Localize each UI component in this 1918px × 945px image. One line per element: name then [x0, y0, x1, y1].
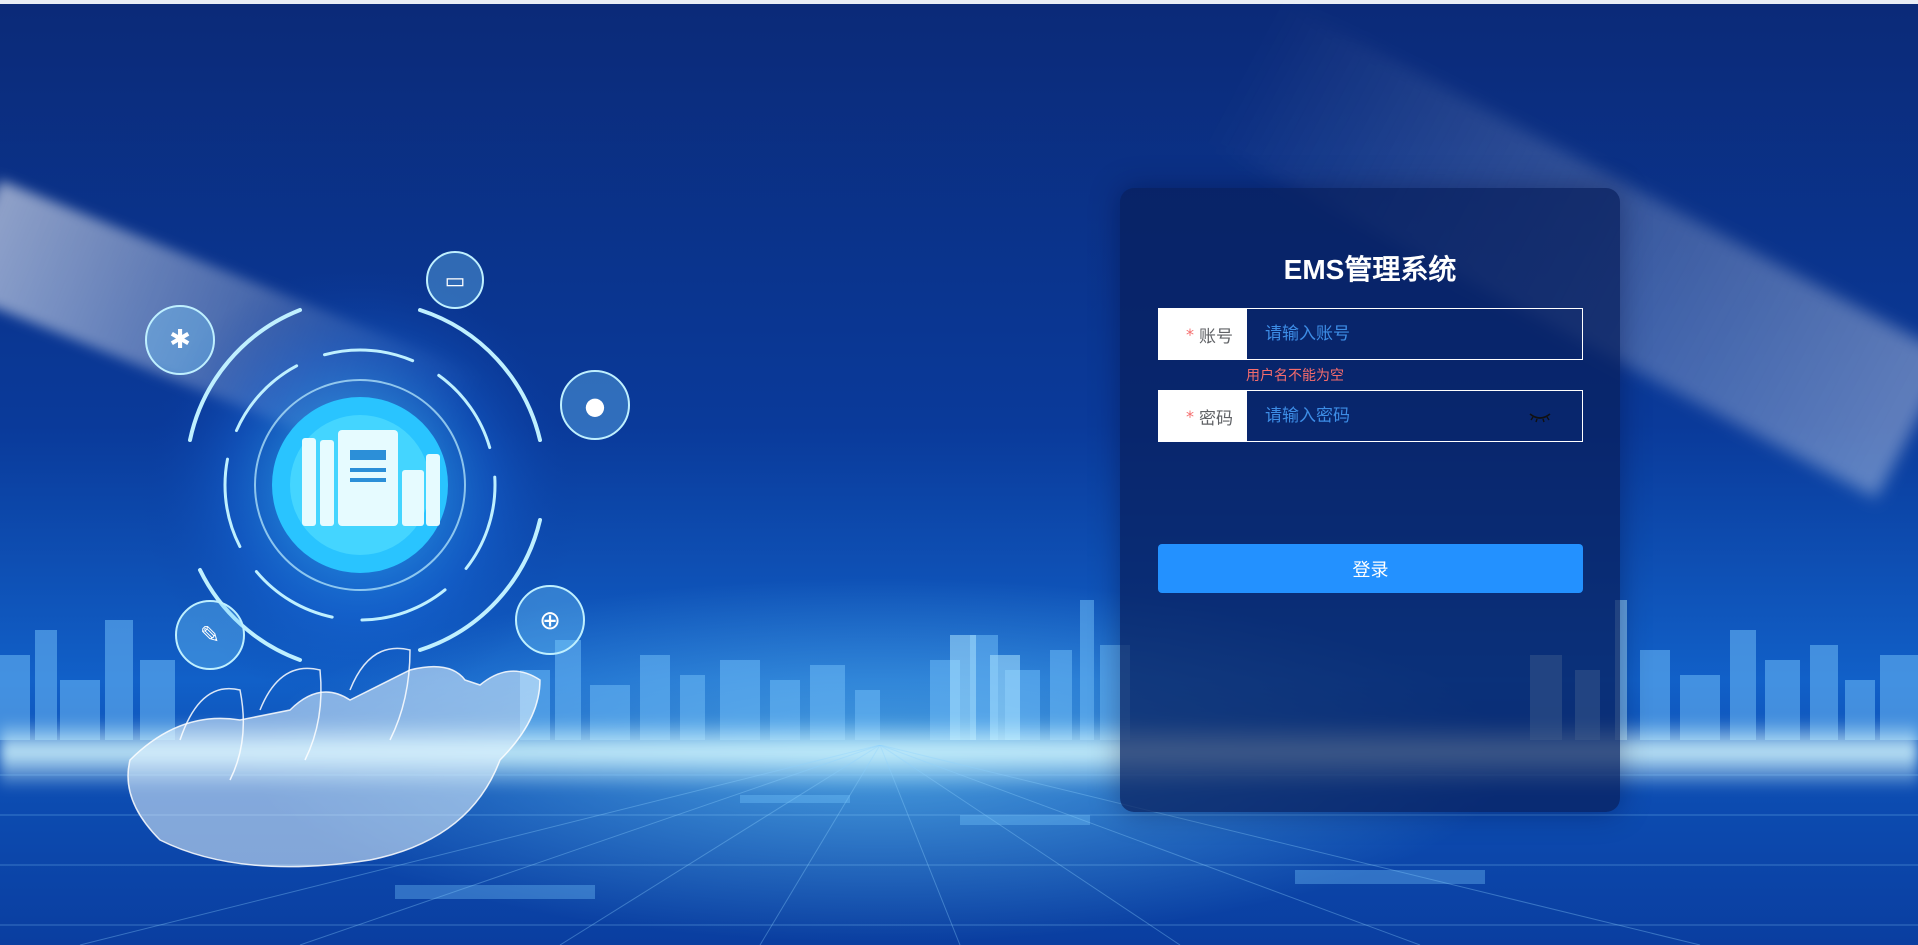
username-error-message: 用户名不能为空	[1246, 368, 1344, 384]
app-title: EMS管理系统	[1283, 254, 1457, 285]
password-label: * 密码	[1159, 391, 1247, 441]
username-field: * 账号	[1158, 308, 1583, 360]
username-label-text: 账号	[1199, 326, 1233, 347]
svg-text:✱: ✱	[169, 325, 191, 355]
login-panel: EMS管理系统 * 账号 用户名不能为空 * 密码 登录	[1120, 188, 1620, 812]
password-label-text: 密码	[1199, 408, 1233, 429]
username-label: * 账号	[1159, 309, 1247, 359]
required-mark: *	[1186, 406, 1194, 426]
svg-text:●: ●	[585, 392, 606, 420]
password-field: * 密码	[1158, 390, 1583, 442]
svg-text:⊕: ⊕	[539, 606, 561, 636]
login-page: ✱ ▭ ● ⊕ ✎ EMS管理系统 * 账号 用户名不能为空 * 密码	[0, 0, 1918, 945]
top-border	[0, 0, 1918, 4]
eye-closed-icon[interactable]	[1528, 407, 1552, 425]
hero-illustration: ✱ ▭ ● ⊕ ✎	[127, 251, 630, 868]
login-button[interactable]: 登录	[1158, 544, 1583, 593]
svg-text:✎: ✎	[200, 621, 220, 649]
required-mark: *	[1186, 324, 1194, 344]
svg-text:▭: ▭	[445, 269, 466, 294]
username-input[interactable]	[1247, 309, 1582, 359]
